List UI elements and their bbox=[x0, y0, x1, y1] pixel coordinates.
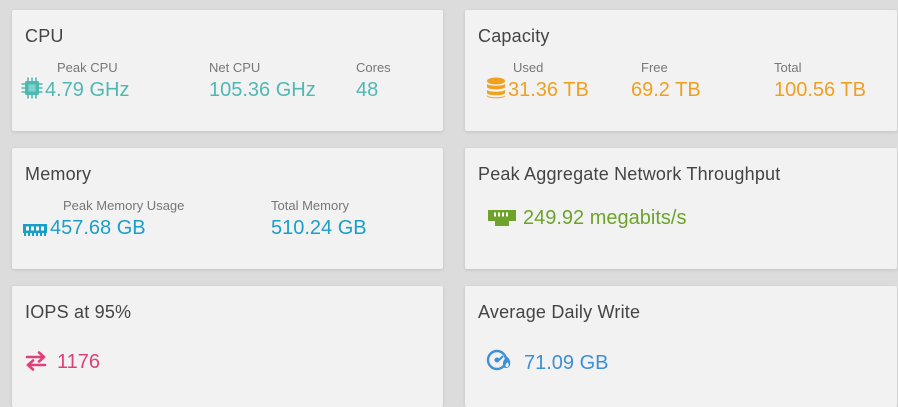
total-label: Total bbox=[774, 60, 802, 75]
total-memory-metric: Total Memory 510.24 GB bbox=[271, 198, 367, 241]
used-value-row: 31.36 TB bbox=[486, 77, 589, 106]
database-icon bbox=[486, 77, 506, 106]
capacity-card: Capacity Used 31.36 TB Free 69.2 TB Tota… bbox=[465, 10, 897, 131]
daily-write-card: Average Daily Write 71.09 GB bbox=[465, 286, 897, 407]
cores-metric: Cores 48 bbox=[356, 60, 391, 103]
iops-card-title: IOPS at 95% bbox=[25, 302, 132, 322]
memory-card: Memory Peak Memory Usage 457.68 GB Total… bbox=[12, 148, 443, 269]
peak-memory-value-row: 457.68 GB bbox=[22, 215, 184, 244]
cpu-card: CPU Peak CPU 4.79 GHz Net CPU 105.36 GHz… bbox=[12, 10, 443, 131]
dashboard-grid: CPU Peak CPU 4.79 GHz Net CPU 105.36 GHz… bbox=[12, 10, 898, 407]
daily-write-metric: 71.09 GB bbox=[486, 347, 609, 379]
peak-cpu-value-row: 4.79 GHz bbox=[21, 77, 129, 106]
net-cpu-value: 105.36 GHz bbox=[209, 79, 316, 101]
network-card-title: Peak Aggregate Network Throughput bbox=[478, 164, 781, 184]
used-label: Used bbox=[513, 60, 544, 75]
used-value: 31.36 TB bbox=[508, 79, 589, 101]
iops-metric: 1176 bbox=[25, 348, 100, 378]
total-capacity-metric: Total 100.56 TB bbox=[774, 60, 866, 103]
capacity-card-title: Capacity bbox=[478, 26, 550, 46]
ethernet-port-icon bbox=[487, 208, 517, 234]
memory-card-title: Memory bbox=[25, 164, 92, 184]
network-value: 249.92 megabits/s bbox=[523, 207, 687, 229]
net-cpu-label: Net CPU bbox=[209, 60, 261, 75]
network-metric: 249.92 megabits/s bbox=[487, 204, 686, 234]
iops-card: IOPS at 95% 1176 bbox=[12, 286, 443, 407]
peak-memory-value: 457.68 GB bbox=[50, 217, 146, 239]
total-memory-label: Total Memory bbox=[271, 198, 350, 213]
daily-write-card-title: Average Daily Write bbox=[478, 302, 641, 322]
daily-write-value: 71.09 GB bbox=[524, 352, 609, 374]
free-capacity-metric: Free 69.2 TB bbox=[631, 60, 701, 103]
peak-memory-metric: Peak Memory Usage 457.68 GB bbox=[22, 198, 184, 244]
cores-value: 48 bbox=[356, 79, 379, 101]
peak-cpu-label: Peak CPU bbox=[57, 60, 118, 75]
cpu-chip-icon bbox=[21, 77, 43, 106]
free-value: 69.2 TB bbox=[631, 79, 701, 101]
used-capacity-metric: Used 31.36 TB bbox=[486, 60, 589, 106]
cpu-card-title: CPU bbox=[25, 26, 64, 46]
net-cpu-metric: Net CPU 105.36 GHz bbox=[209, 60, 316, 103]
total-value: 100.56 TB bbox=[774, 79, 866, 101]
peak-cpu-metric: Peak CPU 4.79 GHz bbox=[21, 60, 129, 106]
free-label: Free bbox=[641, 60, 668, 75]
total-memory-value: 510.24 GB bbox=[271, 217, 367, 239]
disk-write-icon bbox=[486, 348, 512, 379]
network-card: Peak Aggregate Network Throughput 249.92… bbox=[465, 148, 897, 269]
peak-cpu-value: 4.79 GHz bbox=[45, 79, 130, 101]
iops-value: 1176 bbox=[57, 351, 101, 373]
network-value-row: 249.92 megabits/s bbox=[487, 205, 686, 234]
memory-stick-icon bbox=[22, 218, 48, 244]
daily-write-value-row: 71.09 GB bbox=[486, 348, 609, 379]
cores-label: Cores bbox=[356, 60, 391, 75]
swap-arrows-icon bbox=[25, 351, 47, 378]
peak-memory-label: Peak Memory Usage bbox=[63, 198, 185, 213]
iops-value-row: 1176 bbox=[25, 349, 100, 378]
